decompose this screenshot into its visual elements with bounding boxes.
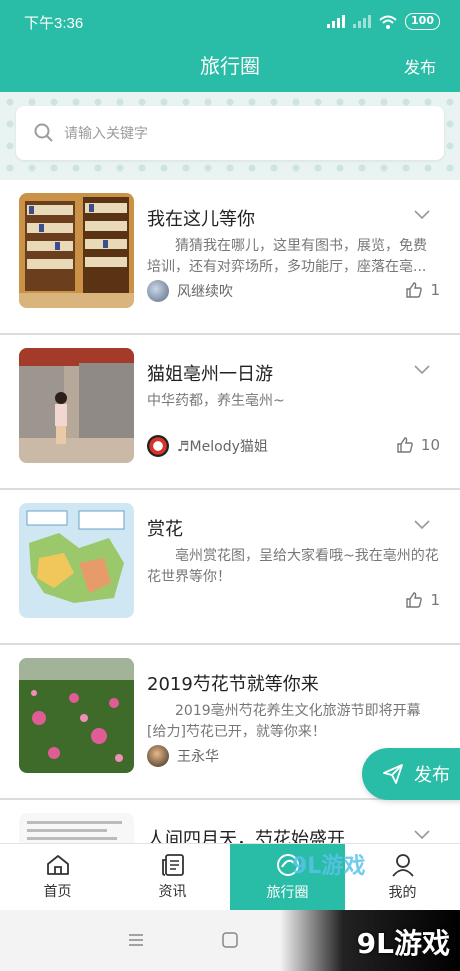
thumbs-up-icon xyxy=(406,592,423,608)
bottom-tab-bar: 首页 资讯 旅行圈 我的 xyxy=(0,843,460,910)
header-bar: 下午3:36 100 旅行圈 发布 请输入关键字 xyxy=(0,0,460,180)
search-input[interactable]: 请输入关键字 xyxy=(16,106,444,160)
signal-icon xyxy=(327,15,346,28)
thumbs-up-icon xyxy=(397,437,413,453)
publish-fab[interactable]: 发布 xyxy=(362,748,460,800)
post-list: 我在这儿等你 猜猜我在哪儿，这里有图书，展览，免费培训，还有对弈场所，多功能厅，… xyxy=(0,180,460,955)
post-thumbnail-flowers xyxy=(19,658,134,773)
battery-icon: 100 xyxy=(405,13,440,30)
author-name: 王永华 xyxy=(177,749,219,765)
post-title: 2019芍花节就等你来 xyxy=(147,674,319,695)
like-button[interactable]: 10 xyxy=(396,436,440,454)
home-button-icon[interactable] xyxy=(222,932,238,948)
watermark-small: 9L游戏 xyxy=(292,854,366,879)
chevron-down-icon[interactable] xyxy=(414,365,430,375)
tab-label: 我的 xyxy=(388,884,417,901)
user-icon xyxy=(391,853,414,877)
chevron-down-icon[interactable] xyxy=(414,830,430,840)
send-icon xyxy=(383,764,403,784)
post-thumbnail-street xyxy=(19,348,134,463)
avatar xyxy=(147,435,169,457)
list-item[interactable]: 我在这儿等你 猜猜我在哪儿，这里有图书，展览，免费培训，还有对弈场所，多功能厅，… xyxy=(0,180,460,335)
like-count: 1 xyxy=(430,591,440,609)
tab-news[interactable]: 资讯 xyxy=(115,844,230,910)
home-icon xyxy=(46,854,69,875)
chevron-down-icon[interactable] xyxy=(414,520,430,530)
like-count: 10 xyxy=(420,436,440,454)
post-description: 猜猜我在哪儿，这里有图书，展览，免费培训，还有对弈场所，多功能厅，座落在亳... xyxy=(147,238,427,275)
tab-label: 资讯 xyxy=(158,883,187,900)
avatar xyxy=(147,280,169,302)
menu-icon[interactable] xyxy=(128,933,144,947)
avatar xyxy=(147,745,169,767)
post-thumbnail-library xyxy=(19,193,134,308)
post-author: 风继续吹 xyxy=(147,280,233,302)
tab-home[interactable]: 首页 xyxy=(0,844,115,910)
post-description: 中华药都，养生亳州~ xyxy=(147,393,285,409)
like-count: 1 xyxy=(430,281,440,299)
post-title: 猫姐亳州一日游 xyxy=(147,364,273,385)
post-title: 赏花 xyxy=(147,519,183,540)
watermark-main: 9L游戏 xyxy=(356,927,450,960)
post-thumbnail-map xyxy=(19,503,134,618)
news-icon xyxy=(161,853,184,876)
post-description: 2019亳州芍花养生文化旅游节即将开幕[给力]芍花已开，就等你来！ xyxy=(147,703,421,740)
author-name: ♬Melody猫姐 xyxy=(177,439,268,455)
status-bar: 下午3:36 100 xyxy=(0,0,460,42)
tab-label: 旅行圈 xyxy=(266,884,309,901)
chevron-down-icon[interactable] xyxy=(414,210,430,220)
tab-label: 首页 xyxy=(43,883,72,900)
like-button[interactable]: 1 xyxy=(405,281,440,299)
search-placeholder: 请输入关键字 xyxy=(64,126,148,142)
status-time: 下午3:36 xyxy=(24,15,84,32)
post-title: 我在这儿等你 xyxy=(147,209,255,230)
post-author: ♬Melody猫姐 xyxy=(147,435,268,457)
thumbs-up-icon xyxy=(406,282,423,298)
list-item[interactable]: 猫姐亳州一日游 中华药都，养生亳州~ ♬Melody猫姐 10 xyxy=(0,335,460,490)
publish-fab-label: 发布 xyxy=(414,765,450,786)
list-item[interactable]: 赏花 亳州赏花图，呈给大家看哦~我在亳州的花花世界等你！ 1 xyxy=(0,490,460,645)
publish-button[interactable]: 发布 xyxy=(404,54,436,78)
post-author: 王永华 xyxy=(147,745,219,767)
page-title: 旅行圈 xyxy=(200,54,260,78)
like-button[interactable]: 1 xyxy=(405,591,440,609)
author-name: 风继续吹 xyxy=(177,284,233,300)
signal-2-icon xyxy=(353,15,372,28)
search-icon xyxy=(34,123,53,142)
wifi-icon xyxy=(379,15,397,29)
post-description: 亳州赏花图，呈给大家看哦~我在亳州的花花世界等你！ xyxy=(147,548,439,585)
